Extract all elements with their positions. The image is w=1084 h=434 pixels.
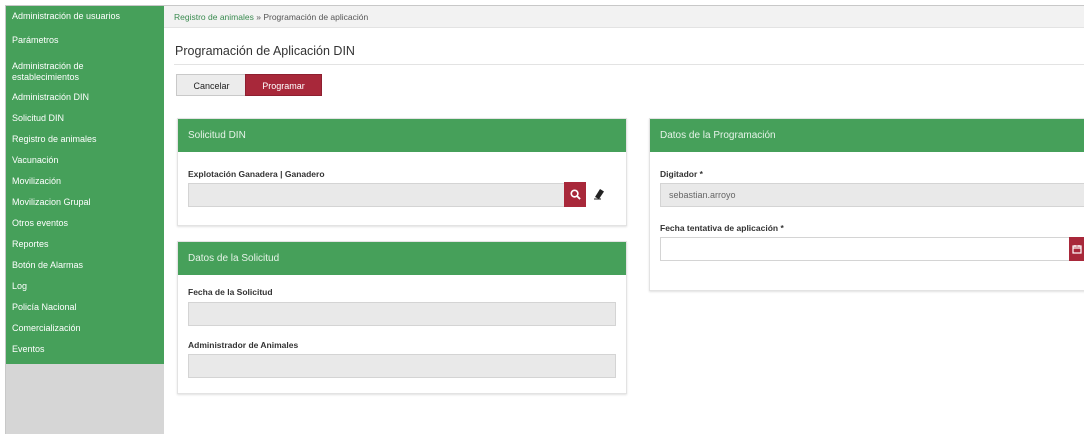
- sidebar-item-policia-nacional[interactable]: Policía Nacional: [6, 302, 164, 316]
- program-button[interactable]: Programar: [245, 74, 322, 96]
- breadcrumb: Registro de animales » Programación de a…: [164, 6, 1084, 28]
- sidebar-item-boton-alarmas[interactable]: Botón de Alarmas: [6, 260, 164, 274]
- breadcrumb-current: Programación de aplicación: [263, 12, 369, 22]
- sidebar-item-label: Botón de Alarmas: [12, 260, 84, 270]
- sidebar-item-administracion-usuarios[interactable]: Administración de usuarios: [6, 9, 164, 25]
- digitador-label: Digitador *: [660, 169, 703, 179]
- sidebar-item-eventos[interactable]: Eventos: [6, 344, 164, 358]
- fecha-tentativa-field[interactable]: [660, 237, 1070, 261]
- panel-title: Datos de la Solicitud: [178, 242, 626, 275]
- explotacion-ganadera-label: Explotación Ganadera | Ganadero: [188, 169, 325, 179]
- calendar-button[interactable]: [1069, 237, 1084, 261]
- sidebar-item-solicitud-din[interactable]: Solicitud DIN: [6, 113, 164, 127]
- sidebar-item-label: Eventos: [12, 344, 45, 354]
- main-content: Registro de animales » Programación de a…: [164, 6, 1084, 434]
- clear-button[interactable]: [592, 186, 608, 202]
- sidebar-item-label: Vacunación: [12, 155, 59, 165]
- search-icon: [569, 189, 581, 200]
- fecha-solicitud-field[interactable]: [188, 302, 616, 326]
- title-divider: [174, 64, 1084, 65]
- sidebar-item-label: Administración de: [12, 61, 84, 71]
- calendar-icon: [1072, 245, 1082, 254]
- sidebar-item-otros-eventos[interactable]: Otros eventos: [6, 218, 164, 232]
- sidebar-item-label: Movilizacion Grupal: [12, 197, 91, 207]
- sidebar-item-label: Administración DIN: [12, 92, 90, 102]
- sidebar-item-label: Policía Nacional: [12, 302, 77, 312]
- sidebar-item-parametros[interactable]: Parámetros: [6, 35, 164, 49]
- breadcrumb-link[interactable]: Registro de animales: [174, 12, 254, 22]
- sidebar-item-administracion-establecimientos[interactable]: Administración de establecimientos: [6, 61, 164, 83]
- sidebar-menu: Administración de usuarios Parámetros Ad…: [6, 6, 164, 364]
- sidebar-item-administracion-din[interactable]: Administración DIN: [6, 92, 164, 106]
- explotacion-ganadera-field[interactable]: [188, 183, 568, 207]
- sidebar-item-vacunacion[interactable]: Vacunación: [6, 155, 164, 169]
- cancel-button[interactable]: Cancelar: [176, 74, 247, 96]
- sidebar-item-label: establecimientos: [12, 72, 80, 82]
- sidebar-item-registro-animales[interactable]: Registro de animales: [6, 134, 164, 148]
- sidebar-item-comercializacion[interactable]: Comercialización: [6, 323, 164, 337]
- datos-programacion-panel: Datos de la Programación Digitador * seb…: [649, 118, 1084, 291]
- sidebar-item-label: Parámetros: [12, 35, 59, 45]
- sidebar-item-label: Registro de animales: [12, 134, 97, 144]
- datos-solicitud-panel: Datos de la Solicitud Fecha de la Solici…: [177, 241, 627, 394]
- sidebar-item-label: Otros eventos: [12, 218, 69, 228]
- sidebar-item-label: Log: [12, 281, 28, 291]
- sidebar-item-reportes[interactable]: Reportes: [6, 239, 164, 253]
- sidebar-item-label: Administración de usuarios: [12, 11, 121, 21]
- panel-title: Solicitud DIN: [178, 119, 626, 152]
- sidebar-item-log[interactable]: Log: [6, 281, 164, 295]
- sidebar: Administración de usuarios Parámetros Ad…: [6, 6, 164, 434]
- solicitud-din-panel: Solicitud DIN Explotación Ganadera | Gan…: [177, 118, 627, 226]
- page-title: Programación de Aplicación DIN: [175, 44, 355, 58]
- sidebar-item-movilizacion[interactable]: Movilización: [6, 176, 164, 190]
- sidebar-item-label: Solicitud DIN: [12, 113, 65, 123]
- eraser-icon: [594, 189, 604, 200]
- sidebar-item-label: Movilización: [12, 176, 62, 186]
- fecha-tentativa-label: Fecha tentativa de aplicación *: [660, 223, 784, 233]
- sidebar-item-label: Comercialización: [12, 323, 81, 333]
- sidebar-item-label: Reportes: [12, 239, 49, 249]
- sidebar-item-movilizacion-grupal[interactable]: Movilizacion Grupal: [6, 197, 164, 211]
- search-button[interactable]: [564, 182, 586, 207]
- administrador-animales-field[interactable]: [188, 354, 616, 378]
- administrador-animales-label: Administrador de Animales: [188, 340, 299, 350]
- digitador-field[interactable]: sebastian.arroyo: [660, 183, 1084, 207]
- fecha-solicitud-label: Fecha de la Solicitud: [188, 287, 273, 297]
- breadcrumb-separator: »: [253, 12, 264, 22]
- panel-title: Datos de la Programación: [650, 119, 1084, 152]
